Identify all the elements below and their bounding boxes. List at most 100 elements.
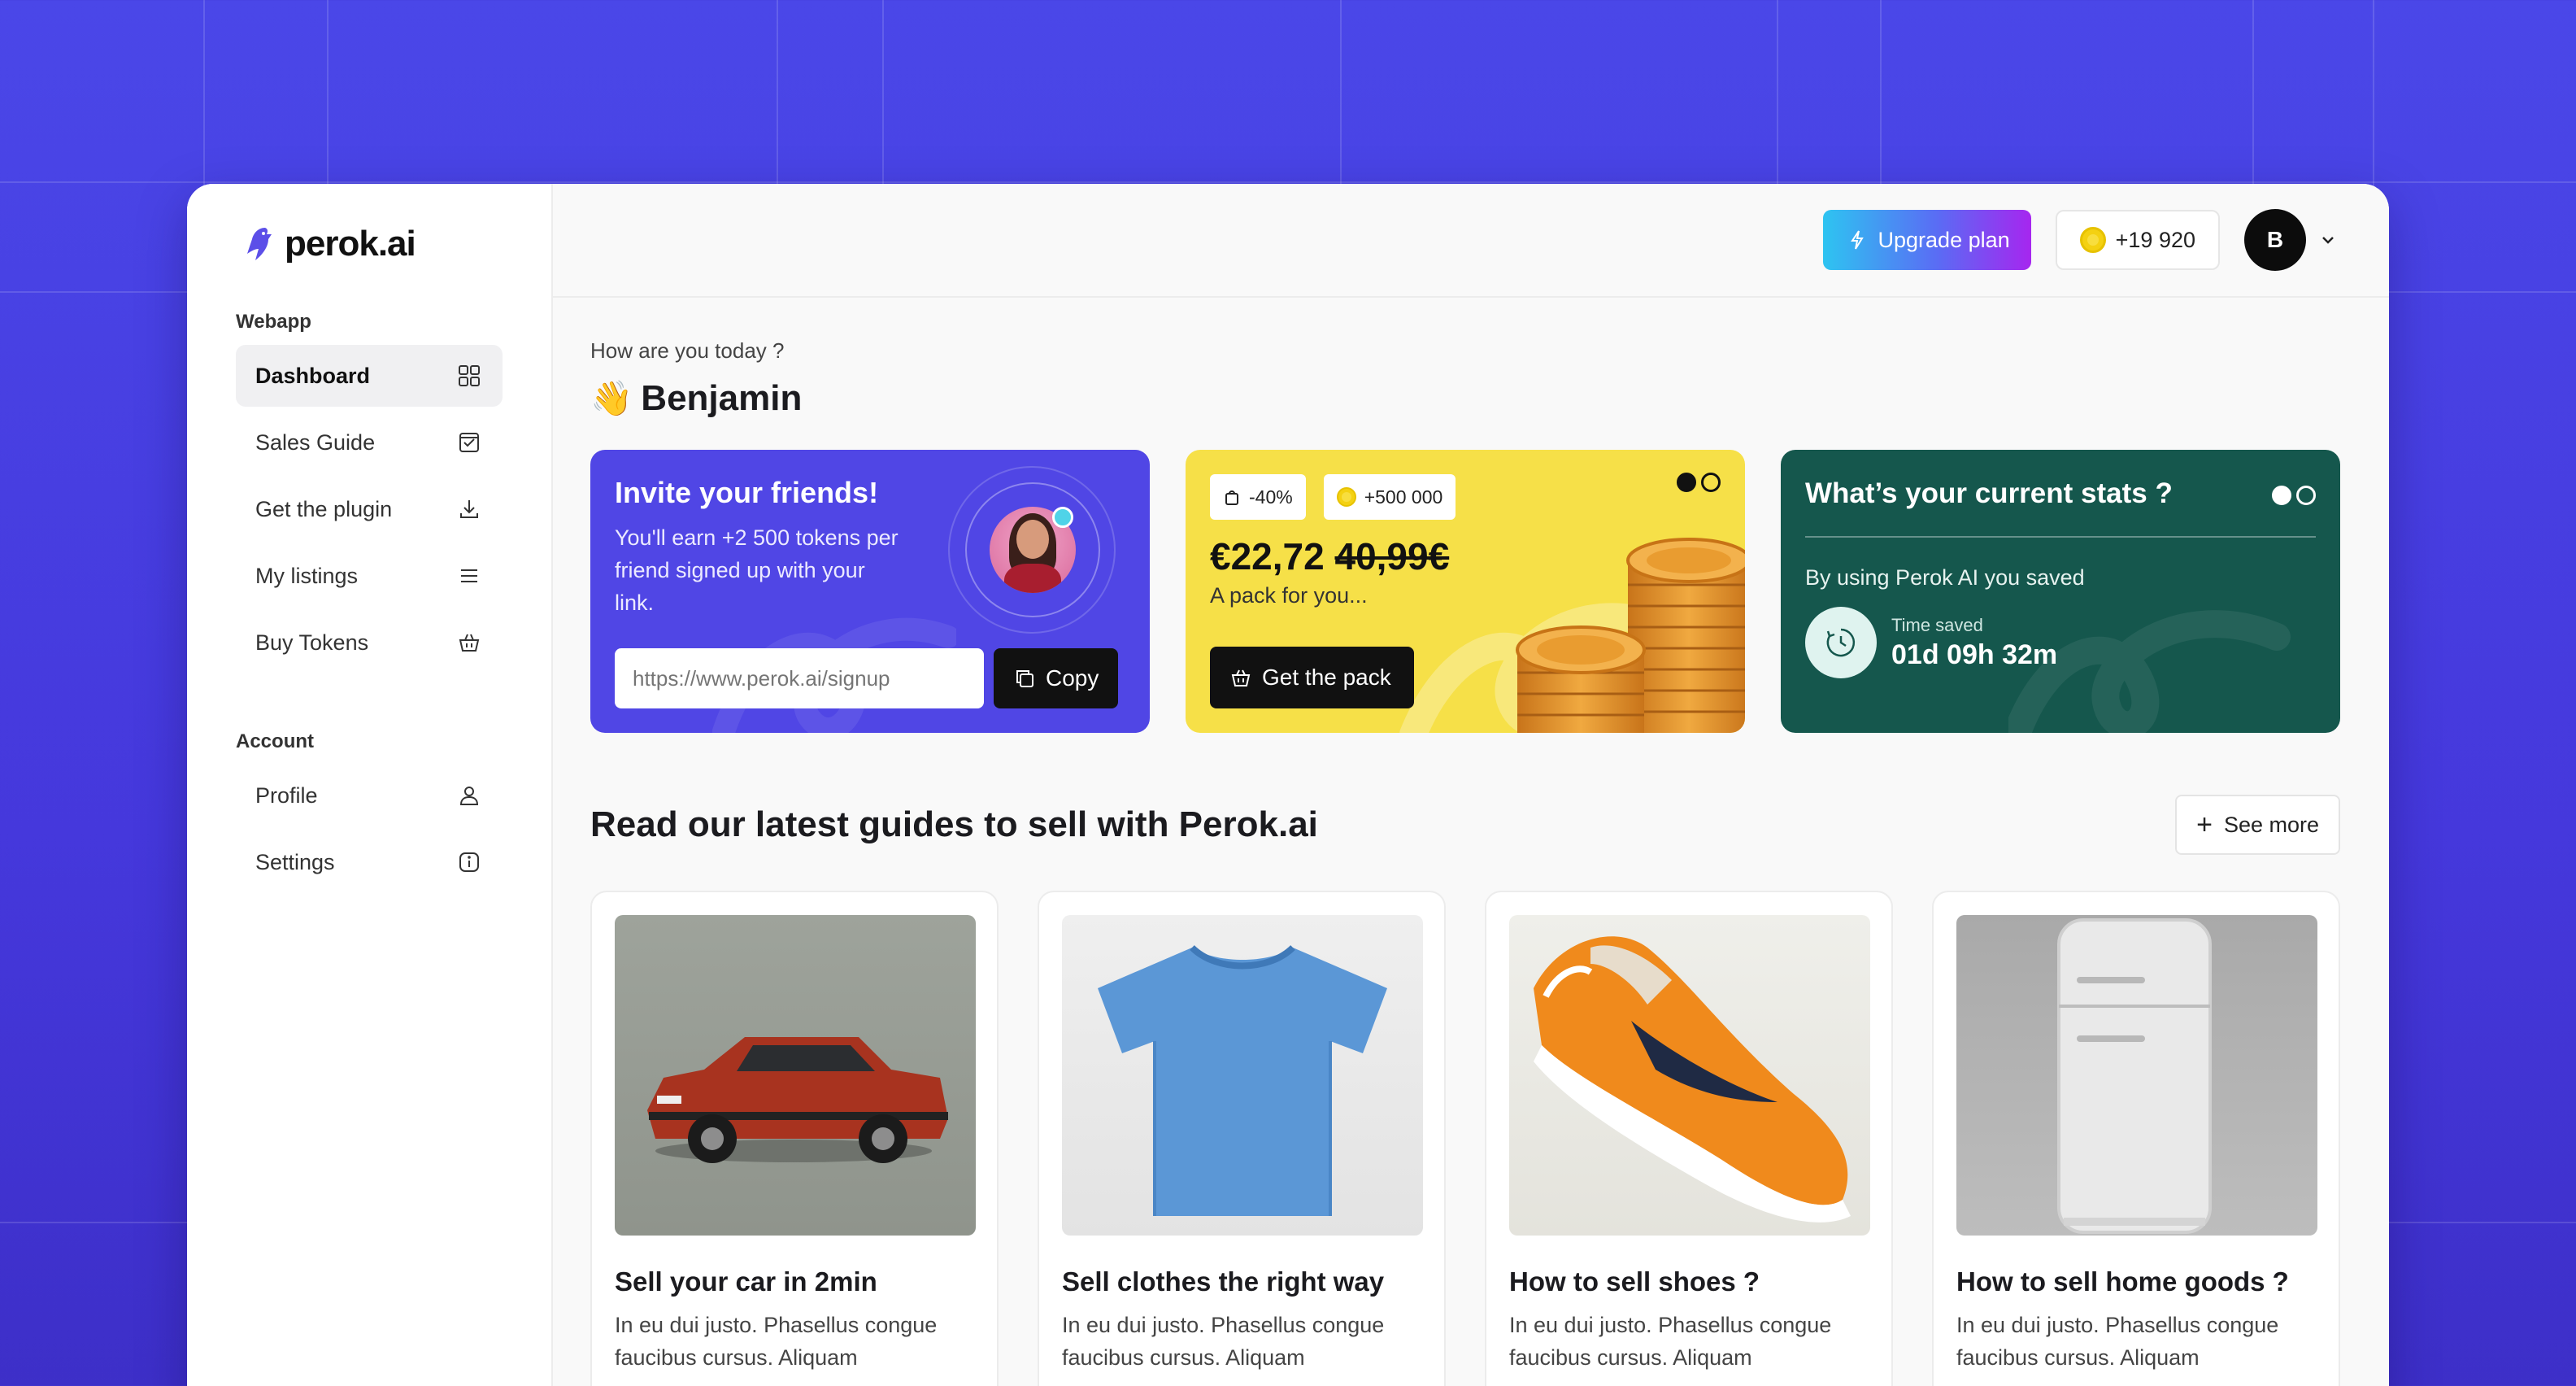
sidebar-item-buy-tokens[interactable]: Buy Tokens — [236, 612, 503, 673]
coin-icon — [2079, 227, 2106, 253]
guide-image-red-car — [615, 915, 976, 1236]
greeting-subtitle: How are you today ? — [590, 338, 785, 363]
tokens-badge-value: +500 000 — [1364, 486, 1443, 508]
guides-title: Read our latest guides to sell with Pero… — [590, 804, 1318, 844]
chevron-down-icon — [2322, 237, 2334, 244]
tokens-badge: +500 000 — [1323, 474, 1456, 520]
time-saved-label: Time saved — [1891, 614, 1983, 635]
sidebar-item-label: Profile — [255, 782, 318, 808]
fridge-illustration — [2057, 918, 2212, 1234]
sidebar-item-dashboard[interactable]: Dashboard — [236, 345, 503, 407]
carousel-dot[interactable] — [2296, 486, 2316, 505]
download-icon — [455, 495, 483, 523]
get-pack-label: Get the pack — [1262, 665, 1391, 690]
guide-description: In eu dui justo. Phasellus congue faucib… — [1062, 1313, 1385, 1370]
timer-icon — [1805, 607, 1877, 678]
sidebar-item-label: Get the plugin — [255, 496, 393, 521]
divider — [1805, 536, 2316, 538]
get-pack-button[interactable]: Get the pack — [1210, 647, 1414, 708]
basket-icon — [455, 629, 483, 656]
avatar: B — [2244, 209, 2306, 271]
main-area: Upgrade plan +19 920 B How are you today… — [553, 184, 2389, 1386]
upgrade-plan-button[interactable]: Upgrade plan — [1822, 210, 2031, 270]
guide-card[interactable]: How to sell shoes ? In eu dui justo. Pha… — [1485, 891, 1893, 1386]
sidebar-item-my-listings[interactable]: My listings — [236, 545, 503, 607]
sidebar-item-label: Dashboard — [255, 363, 371, 388]
token-pack-card: -40% +500 000 €22,72 40,99€ A pack for y… — [1186, 450, 1745, 733]
basket-icon — [1231, 669, 1251, 686]
promo-cards: Invite your friends! You'll earn +2 500 … — [590, 450, 2340, 733]
guide-title: Sell your car in 2min — [615, 1266, 877, 1297]
shopping-bag-icon — [1225, 490, 1238, 505]
lightning-icon — [1850, 230, 1864, 250]
topbar: Upgrade plan +19 920 B — [553, 184, 2389, 298]
sidebar-item-label: My listings — [255, 563, 359, 588]
token-balance-value: +19 920 — [2115, 227, 2195, 252]
logo[interactable]: perok.ai — [244, 223, 503, 265]
token-balance[interactable]: +19 920 — [2055, 210, 2220, 270]
account-menu[interactable]: B — [2244, 209, 2337, 271]
sidebar-item-label: Settings — [255, 849, 335, 874]
carousel-dot-active[interactable] — [2272, 486, 2291, 505]
waving-hand-icon: 👋 — [590, 378, 633, 417]
greeting-title: 👋 Benjamin — [590, 378, 2340, 419]
copy-icon — [1016, 670, 1033, 687]
referral-link-input[interactable] — [615, 648, 984, 708]
sneaker-illustration — [1534, 936, 1851, 1223]
sidebar-item-label: Sales Guide — [255, 429, 376, 455]
sidebar-item-get-plugin[interactable]: Get the plugin — [236, 478, 503, 540]
brand-name: perok.ai — [285, 224, 416, 264]
guide-image-blue-tshirt — [1062, 915, 1423, 1236]
guide-description: In eu dui justo. Phasellus congue faucib… — [1509, 1313, 1832, 1370]
upgrade-plan-label: Upgrade plan — [1878, 227, 2010, 252]
discount-badge: -40% — [1210, 474, 1306, 520]
guides-header: Read our latest guides to sell with Pero… — [590, 795, 2340, 855]
invite-link-row: Copy — [615, 648, 1119, 708]
sidebar-item-profile[interactable]: Profile — [236, 765, 503, 826]
stats-title: What’s your current stats ? — [1805, 477, 2173, 509]
invite-body: You'll earn +2 500 tokens per friend sig… — [615, 525, 899, 615]
see-more-label: See more — [2223, 812, 2319, 837]
price-new: €22,72 — [1210, 535, 1325, 578]
time-saved-metric: Time saved 01d 09h 32m — [1805, 607, 2316, 678]
section-label-webapp: Webapp — [236, 311, 311, 333]
plus-icon: + — [2196, 809, 2213, 840]
copy-label: Copy — [1046, 665, 1099, 691]
user-name: Benjamin — [641, 378, 803, 418]
carousel-dots[interactable] — [2272, 486, 2316, 505]
bird-logo-icon — [247, 228, 272, 260]
guide-description: In eu dui justo. Phasellus congue faucib… — [615, 1313, 938, 1370]
guide-card[interactable]: Sell your car in 2min In eu dui justo. P… — [590, 891, 999, 1386]
guide-image-white-fridge — [1956, 915, 2317, 1236]
carousel-dots[interactable] — [1677, 473, 1721, 492]
carousel-dot[interactable] — [1701, 473, 1721, 492]
invite-card: Invite your friends! You'll earn +2 500 … — [590, 450, 1150, 733]
pack-badges: -40% +500 000 — [1210, 474, 1721, 520]
guide-title: Sell clothes the right way — [1062, 1266, 1385, 1297]
dashboard-content: How are you today ? 👋 Benjamin Invite yo… — [553, 298, 2389, 1386]
app-window: perok.ai Webapp Dashboard Sales Guide Ge… — [187, 184, 2389, 1386]
stats-subtitle: By using Perok AI you saved — [1805, 565, 2085, 590]
grid-icon — [455, 362, 483, 390]
copy-link-button[interactable]: Copy — [994, 648, 1119, 708]
guide-card[interactable]: How to sell home goods ? In eu dui justo… — [1932, 891, 2340, 1386]
guides-list: Sell your car in 2min In eu dui justo. P… — [590, 891, 2340, 1386]
time-saved-value: 01d 09h 32m — [1891, 639, 2058, 670]
checklist-icon — [455, 429, 483, 456]
guide-title: How to sell shoes ? — [1509, 1266, 1760, 1297]
coin-icon — [1336, 487, 1356, 507]
carousel-dot-active[interactable] — [1677, 473, 1696, 492]
sidebar-item-sales-guide[interactable]: Sales Guide — [236, 412, 503, 473]
see-more-button[interactable]: + See more — [2175, 795, 2340, 855]
guide-description: In eu dui justo. Phasellus congue faucib… — [1956, 1313, 2279, 1370]
guide-card[interactable]: Sell clothes the right way In eu dui jus… — [1038, 891, 1446, 1386]
online-status-dot — [1052, 507, 1073, 528]
guide-image-orange-sneaker — [1509, 915, 1870, 1236]
section-label-account: Account — [236, 730, 314, 752]
tshirt-illustration — [1098, 945, 1387, 1216]
coin-stack-illustration — [1516, 538, 1745, 733]
info-icon — [455, 848, 483, 876]
discount-value: -40% — [1249, 486, 1293, 508]
menu-lines-icon — [455, 562, 483, 590]
sidebar-item-settings[interactable]: Settings — [236, 831, 503, 893]
